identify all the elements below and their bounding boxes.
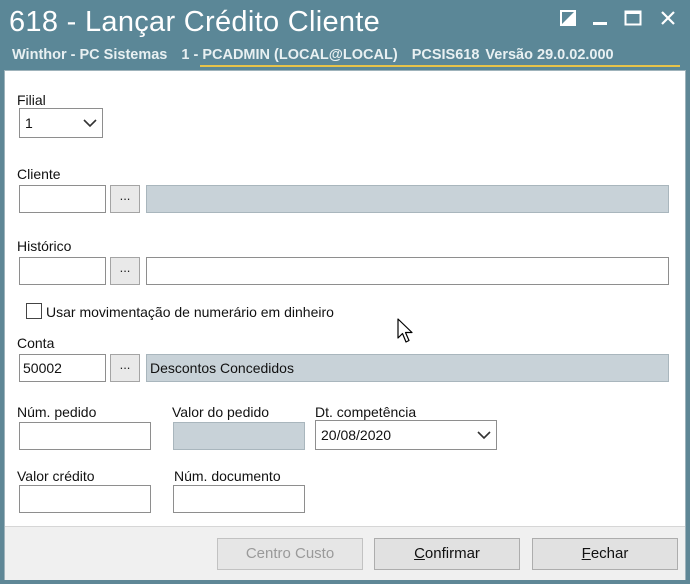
minimize-icon[interactable] [556, 10, 580, 30]
valor-pedido-field [173, 422, 305, 450]
confirmar-button[interactable]: Confirmar [374, 538, 520, 570]
dt-competencia-label: Dt. competência [315, 404, 417, 420]
numerario-checkbox[interactable] [26, 303, 42, 319]
historico-code-input[interactable] [19, 257, 106, 285]
fechar-button[interactable]: Fechar [532, 538, 678, 570]
version-info: Versão 29.0.02.000 [485, 47, 614, 63]
valor-credito-input[interactable] [19, 485, 151, 513]
form-area: Filial 1 Cliente ... Histórico ... Usar … [4, 70, 686, 580]
chevron-down-icon[interactable] [472, 421, 496, 449]
instance-info: 1 - PCADMIN (LOCAL@LOCAL) [181, 47, 398, 63]
historico-label: Histórico [17, 238, 72, 254]
valor-pedido-label: Valor do pedido [172, 404, 270, 420]
confirmar-label: onfirmar [424, 545, 480, 562]
valor-credito-label: Valor crédito [17, 468, 95, 484]
cliente-name-field [146, 185, 669, 213]
historico-lookup-button[interactable]: ... [110, 257, 140, 285]
dt-competencia-picker[interactable]: 20/08/2020 [315, 420, 497, 450]
title-bar[interactable]: 618 - Lançar Crédito Cliente Winthor - P… [0, 0, 690, 70]
num-pedido-label: Núm. pedido [17, 404, 97, 420]
centro-custo-button[interactable]: Centro Custo [217, 538, 363, 570]
maximize-icon[interactable] [621, 10, 645, 30]
close-icon[interactable] [656, 10, 680, 30]
title-underline [200, 65, 680, 67]
num-documento-label: Núm. documento [174, 468, 281, 484]
dt-competencia-value: 20/08/2020 [321, 427, 392, 443]
filial-select[interactable]: 1 [19, 108, 103, 138]
window-title: 618 - Lançar Crédito Cliente [9, 6, 381, 38]
cliente-lookup-button[interactable]: ... [110, 185, 140, 213]
fechar-accelerator: F [581, 545, 591, 562]
numerario-checkbox-label[interactable]: Usar movimentação de numerário em dinhei… [46, 304, 334, 320]
filial-label: Filial [17, 92, 46, 108]
cliente-code-input[interactable] [19, 185, 106, 213]
conta-label: Conta [17, 335, 55, 351]
status-line: Winthor - PC Sistemas 1 - PCADMIN (LOCAL@… [12, 47, 614, 63]
chevron-down-icon[interactable] [78, 109, 102, 137]
num-documento-input[interactable] [173, 485, 305, 513]
button-bar: Centro Custo Confirmar Fechar [5, 526, 685, 580]
cliente-label: Cliente [17, 166, 61, 182]
conta-lookup-button[interactable]: ... [110, 354, 140, 382]
program-code: PCSIS618 [411, 47, 480, 63]
confirmar-accelerator: C [414, 545, 425, 562]
fechar-label: echar [590, 545, 629, 562]
company-name: Winthor - PC Sistemas [12, 47, 168, 63]
minimize-bar-icon[interactable] [588, 10, 612, 30]
conta-code-input[interactable]: 50002 [19, 354, 106, 382]
mouse-pointer-icon [397, 318, 415, 349]
num-pedido-input[interactable] [19, 422, 151, 450]
window: 618 - Lançar Crédito Cliente Winthor - P… [0, 0, 690, 584]
filial-value: 1 [25, 115, 33, 131]
conta-name-field: Descontos Concedidos [146, 354, 669, 382]
historico-desc-input[interactable] [146, 257, 669, 285]
